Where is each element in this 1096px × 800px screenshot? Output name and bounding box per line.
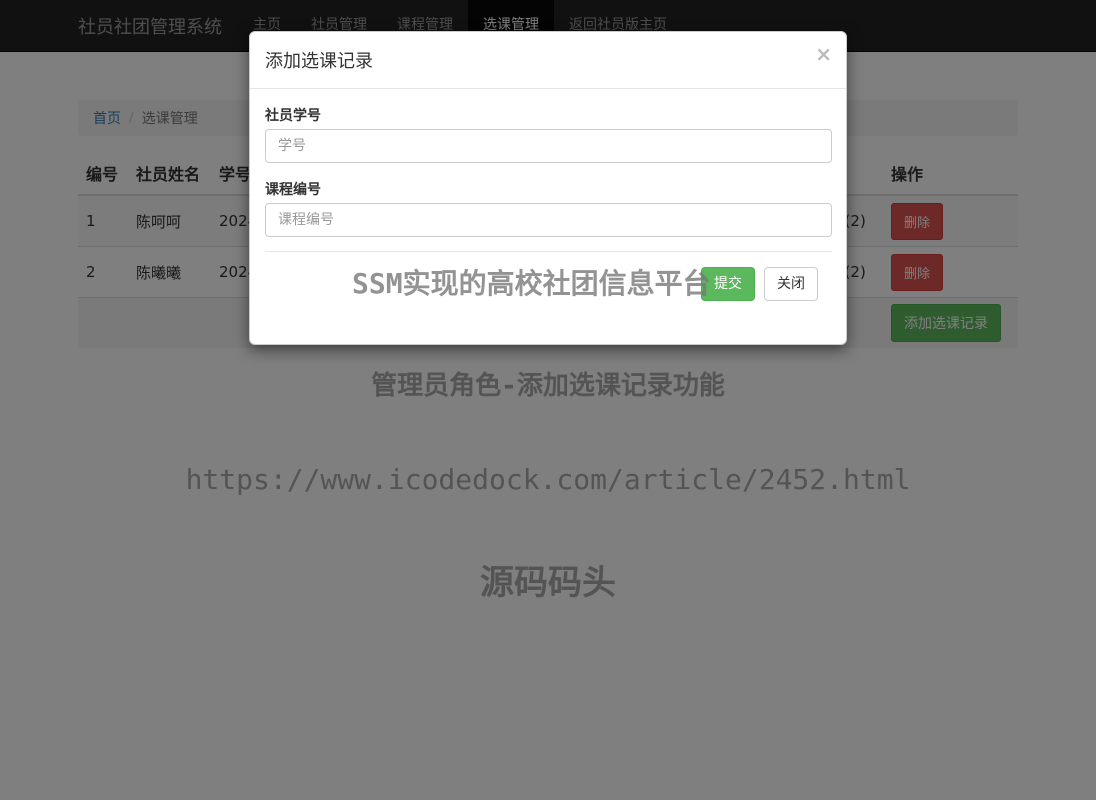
modal-header: 添加选课记录 × — [250, 32, 846, 89]
modal-divider — [265, 251, 832, 252]
modal-title: 添加选课记录 — [265, 51, 373, 72]
student-no-input[interactable]: 学号 — [265, 129, 832, 163]
close-button[interactable]: 关闭 — [764, 267, 818, 301]
watermark-url: https://www.icodedock.com/article/2452.h… — [185, 463, 911, 496]
watermark-subtitle: 管理员角色-添加选课记录功能 — [371, 371, 725, 401]
close-icon[interactable]: × — [815, 44, 832, 64]
watermark-brand: 源码码头 — [480, 563, 616, 603]
course-no-label: 课程编号 — [265, 182, 321, 198]
watermark-title: SSM实现的高校社团信息平台 — [352, 267, 711, 300]
student-no-label: 社员学号 — [265, 108, 321, 124]
course-no-input[interactable]: 课程编号 — [265, 203, 832, 237]
